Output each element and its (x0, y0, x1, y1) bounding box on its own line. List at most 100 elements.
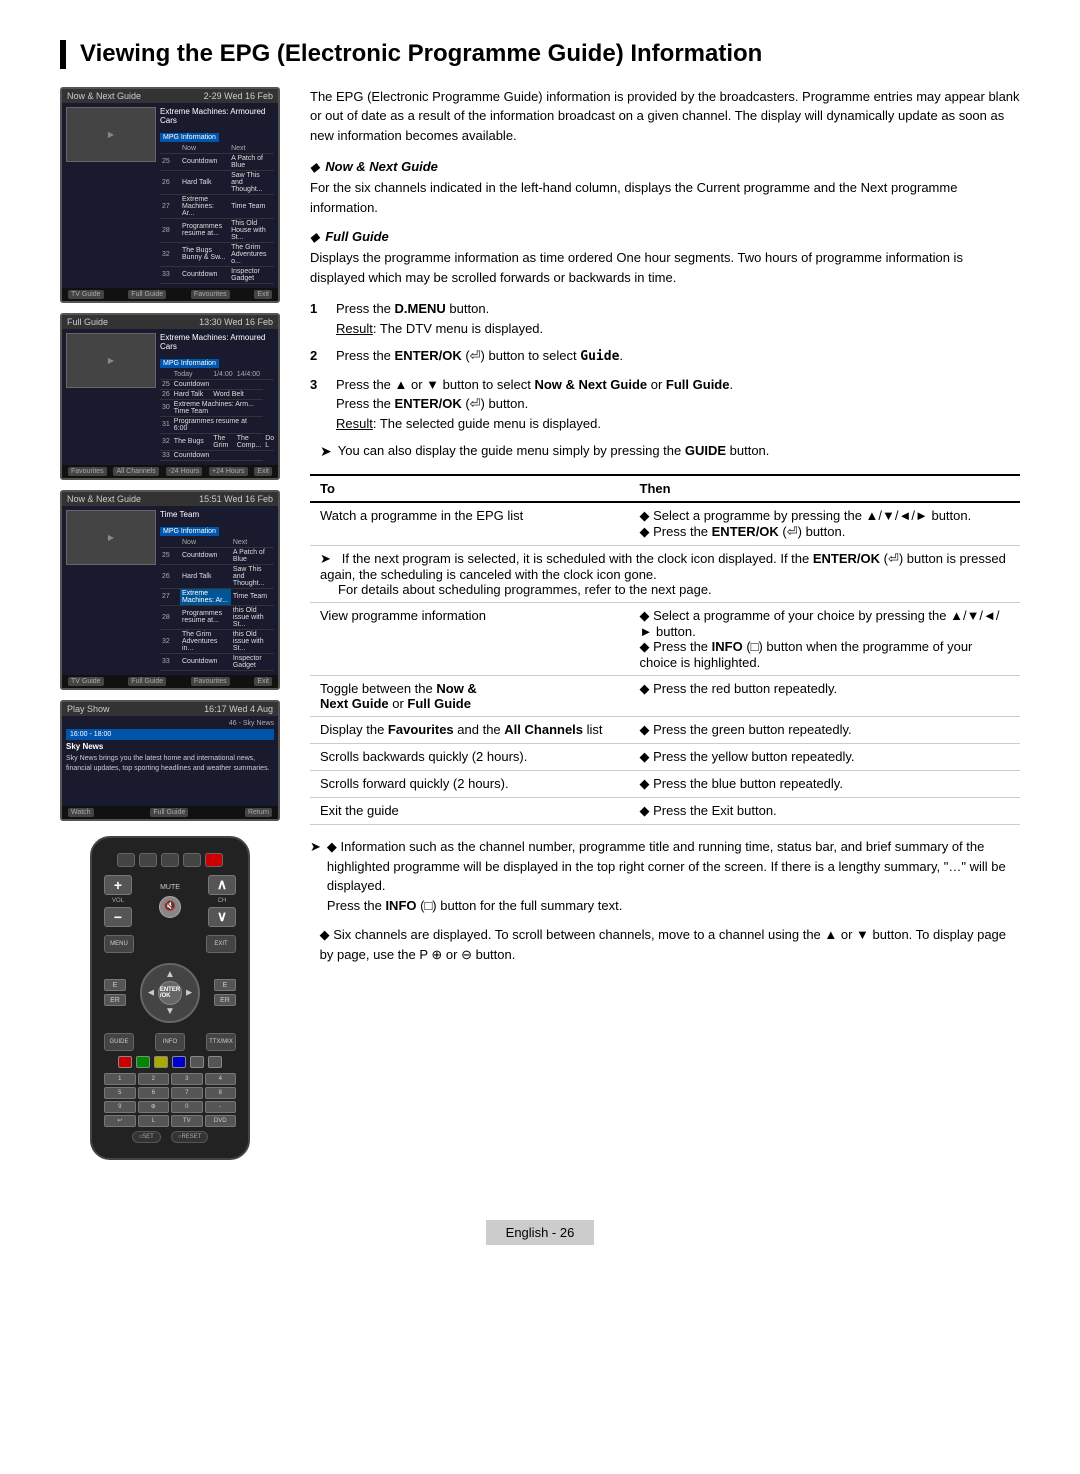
footer-page: 26 (560, 1225, 574, 1240)
remote-container: + VOL − MUTE 🔇 ∧ CH ∨ (60, 836, 280, 1160)
remote-nav-right: ► (184, 987, 194, 998)
table-row-watch: Watch a programme in the EPG list ◆ Sele… (310, 502, 1020, 546)
remote-menu-row: MENU EXIT (104, 935, 236, 953)
remote-num-7[interactable]: 7 (171, 1087, 203, 1099)
guide-table: To Then Watch a programme in the EPG lis… (310, 474, 1020, 825)
remote-ch-down[interactable]: ∨ (208, 907, 236, 927)
remote-mute-btn[interactable]: 🔇 (159, 896, 181, 918)
remote-num-5[interactable]: 5 (104, 1087, 136, 1099)
table-header-then: Then (630, 475, 1021, 502)
remote-num-prev[interactable]: ↩ (104, 1115, 136, 1127)
table-header-to: To (310, 475, 630, 502)
remote-btn-next[interactable] (183, 853, 201, 867)
remote-btn-er2[interactable]: ER (214, 994, 236, 1006)
remote-nav-enter[interactable]: ENTER/OK (158, 981, 182, 1005)
screen-1-header: Now & Next Guide 2-29 Wed 16 Feb (62, 89, 278, 103)
screen-4: Play Show 16:17 Wed 4 Aug 46 - Sky News … (60, 700, 280, 821)
remote-num-1[interactable]: 1 (104, 1073, 136, 1085)
bottom-note-1: ➤ ◆ Information such as the channel numb… (310, 837, 1020, 915)
remote-exit-btn[interactable]: EXIT (206, 935, 236, 953)
remote-red-btn[interactable] (118, 1056, 132, 1068)
remote-extra-btn2[interactable] (208, 1056, 222, 1068)
mute-label: MUTE (160, 884, 180, 891)
remote-btn-play[interactable] (161, 853, 179, 867)
table-row-favourites: Display the Favourites and the All Chann… (310, 717, 1020, 744)
remote-menu-btn[interactable]: MENU (104, 935, 134, 953)
screen-3-video: ▶ (66, 510, 156, 565)
now-next-body: For the six channels indicated in the le… (310, 178, 1020, 217)
step-2: 2 Press the ENTER/OK (⏎) button to selec… (310, 346, 1020, 367)
remote-num-4[interactable]: 4 (205, 1073, 237, 1085)
remote-transport-row (104, 853, 236, 867)
remote-num-tv[interactable]: TV (171, 1115, 203, 1127)
vol-label: VOL (104, 898, 132, 904)
remote-color-buttons (104, 1056, 236, 1068)
remote-nav-left: ◄ (146, 987, 156, 998)
remote-num-dash[interactable]: - (205, 1101, 237, 1113)
remote-num-ext[interactable]: ⊕ (138, 1101, 170, 1113)
remote-nav-ring[interactable]: ▲ ▼ ◄ ► ENTER/OK (140, 963, 200, 1023)
remote-num-2[interactable]: 2 (138, 1073, 170, 1085)
screen-4-footer: WatchFull GuideReturn (62, 806, 278, 819)
remote-vol-ch-section: + VOL − MUTE 🔇 ∧ CH ∨ (104, 875, 236, 927)
full-guide-title: ◆ Full Guide (310, 229, 1020, 244)
remote-info-btn[interactable]: INFO (155, 1033, 185, 1051)
screen-3: Now & Next Guide 15:51 Wed 16 Feb ▶ Time… (60, 490, 280, 690)
remote-ch-buttons: ∧ CH ∨ (208, 875, 236, 927)
table-row-toggle: Toggle between the Now &Next Guide or Fu… (310, 676, 1020, 717)
remote-btn-e[interactable]: E (104, 979, 126, 991)
remote-nav-up: ▲ (165, 969, 175, 980)
remote-num-dvd[interactable]: DVD (205, 1115, 237, 1127)
remote-yellow-btn[interactable] (154, 1056, 168, 1068)
remote-num-3[interactable]: 3 (171, 1073, 203, 1085)
remote-numpad: 1 2 3 4 5 6 7 8 9 ⊕ 0 - ↩ L TV DVD (104, 1073, 236, 1127)
remote-btn-prev[interactable] (117, 853, 135, 867)
remote-btn-e2[interactable]: E (214, 979, 236, 991)
table-row-schedule-note: ➤ If the next program is selected, it is… (310, 546, 1020, 603)
remote-btn-er[interactable]: ER (104, 994, 126, 1006)
remote-btn-rec[interactable] (205, 853, 223, 867)
remote-num-9[interactable]: 9 (104, 1101, 136, 1113)
footer-language: English (506, 1225, 549, 1240)
remote-ch-up[interactable]: ∧ (208, 875, 236, 895)
remote-nav-down: ▼ (165, 1006, 175, 1017)
remote-reset-btn[interactable]: ○RESET (171, 1131, 209, 1143)
bottom-note-2: ◆ Six channels are displayed. To scroll … (310, 925, 1020, 964)
table-row-scroll-back: Scrolls backwards quickly (2 hours). ◆ P… (310, 744, 1020, 771)
remote-set-reset-row: ○SET ○RESET (104, 1131, 236, 1143)
remote-btn-stop[interactable] (139, 853, 157, 867)
remote-extra-btn[interactable] (190, 1056, 204, 1068)
screen-1-footer: TV GuideFull GuideFavouritesExit (62, 288, 278, 301)
remote-num-l[interactable]: L (138, 1115, 170, 1127)
remote: + VOL − MUTE 🔇 ∧ CH ∨ (90, 836, 250, 1160)
screen-2-footer: FavouritesAll Channels-24 Hours+24 Hours… (62, 465, 278, 478)
screen-3-header: Now & Next Guide 15:51 Wed 16 Feb (62, 492, 278, 506)
note-1: ➤ You can also display the guide menu si… (320, 441, 1020, 462)
remote-vol-up[interactable]: + (104, 875, 132, 895)
remote-num-0[interactable]: 0 (171, 1101, 203, 1113)
remote-num-8[interactable]: 8 (205, 1087, 237, 1099)
remote-ttx-btn[interactable]: TTX/MIX (206, 1033, 236, 1051)
table-row-exit: Exit the guide ◆ Press the Exit button. (310, 798, 1020, 825)
page-footer: English - 26 (486, 1220, 595, 1245)
remote-blue-btn[interactable] (172, 1056, 186, 1068)
remote-set-btn[interactable]: ○SET (132, 1131, 161, 1143)
remote-guide-row: GUIDE INFO TTX/MIX (104, 1033, 236, 1051)
remote-green-btn[interactable] (136, 1056, 150, 1068)
screen-1-video: ▶ (66, 107, 156, 162)
remote-num-6[interactable]: 6 (138, 1087, 170, 1099)
screen-4-header: Play Show 16:17 Wed 4 Aug (62, 702, 278, 716)
remote-left-side-btns: E ER (104, 979, 126, 1006)
remote-guide-btn[interactable]: GUIDE (104, 1033, 134, 1051)
footer-wrap: English - 26 (60, 1190, 1020, 1245)
remote-right-side-btns: E ER (214, 979, 236, 1006)
remote-nav-section: E ER ▲ ▼ ◄ ► ENTER/OK E ER (104, 958, 236, 1028)
remote-vol-down[interactable]: − (104, 907, 132, 927)
screen-2: Full Guide 13:30 Wed 16 Feb ▶ Extreme Ma… (60, 313, 280, 480)
now-next-title: ◆ Now & Next Guide (310, 159, 1020, 174)
step-1: 1 Press the D.MENU button. Result: The D… (310, 299, 1020, 338)
screen-2-header: Full Guide 13:30 Wed 16 Feb (62, 315, 278, 329)
remote-vol-buttons: + VOL − (104, 875, 132, 927)
right-column: The EPG (Electronic Programme Guide) inf… (310, 87, 1020, 1160)
screen-1: Now & Next Guide 2-29 Wed 16 Feb ▶ Extre… (60, 87, 280, 303)
